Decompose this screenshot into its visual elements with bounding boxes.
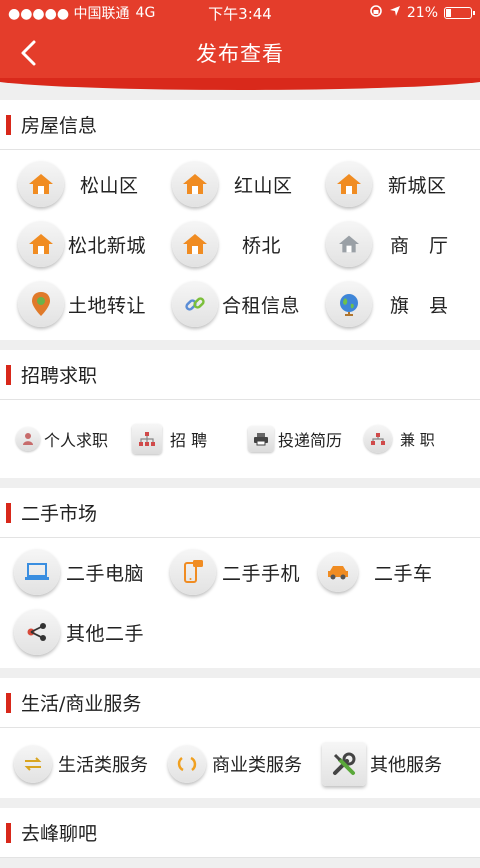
section-services: 生活/商业服务 生活类服务 商业类服务 其他服务 [0,678,480,798]
housing-item-songshan[interactable]: 松山区 [0,154,154,214]
item-label: 投递简历 [278,431,343,450]
navigation-bar: 发布查看 [0,26,480,80]
page-title: 发布查看 [196,42,284,66]
housing-item-songbei[interactable]: 松北新城 [0,214,154,274]
secondhand-item-car[interactable]: 二手车 [308,542,480,602]
battery-percent: 21% [406,5,439,21]
section-marker [6,502,11,523]
housing-item-shangting[interactable]: 商 厅 [308,214,480,274]
housing-item-hongshan[interactable]: 红山区 [154,154,308,214]
carrier-signal: ●●●●● 中国联通 [8,6,130,22]
item-label: 松山区 [80,174,139,197]
item-label: 红山区 [234,174,293,197]
org-chart-icon [364,425,392,453]
service-item-business[interactable]: 商业类服务 [154,734,310,794]
item-label: 招 聘 [170,431,208,450]
section-marker [6,692,11,713]
link-icon [172,281,218,327]
section-marker [6,114,11,135]
item-label: 松北新城 [68,234,147,257]
section-housing: 房屋信息 松山区 红山区 新城区 松北新城 桥北 商 厅 土地转让 合租信息 旗… [0,100,480,340]
item-label: 二手电脑 [66,562,145,585]
section-marker [6,364,11,385]
section-chat: 去峰聊吧 [0,808,480,858]
section-secondhand: 二手市场 二手电脑 二手手机 二手车 其他二手 [0,488,480,668]
header-curve [0,78,480,92]
item-label: 土地转让 [68,294,147,317]
network-type: 4G [135,5,156,21]
status-time: 下午3:44 [208,4,272,23]
secondhand-item-phone[interactable]: 二手手机 [154,542,308,602]
item-label: 合租信息 [222,294,301,317]
globe-icon [326,281,372,327]
house-icon [172,221,218,267]
housing-item-shared-rent[interactable]: 合租信息 [154,274,308,334]
item-label: 生活类服务 [58,755,148,776]
org-chart-icon [132,424,162,454]
housing-item-xincheng[interactable]: 新城区 [308,154,480,214]
job-item-part-time[interactable]: 兼 职 [364,425,480,453]
location-arrow-icon [389,5,401,21]
housing-item-counties[interactable]: 旗 县 [308,274,480,334]
phone-icon [170,549,216,595]
item-label: 桥北 [242,234,282,257]
house-icon [18,161,64,207]
item-label: 其他二手 [66,622,145,645]
house-icon [18,221,64,267]
swap-arrows-icon [14,745,52,783]
job-item-submit-resume[interactable]: 投递简历 [248,426,364,452]
refresh-icon [168,745,206,783]
item-label: 商 厅 [390,234,449,257]
share-icon [14,609,60,655]
tools-icon [322,742,366,786]
section-title: 房屋信息 [21,115,98,137]
secondhand-item-other[interactable]: 其他二手 [0,602,154,662]
secondhand-item-computer[interactable]: 二手电脑 [0,542,154,602]
housing-item-land-transfer[interactable]: 土地转让 [0,274,154,334]
house-icon [172,161,218,207]
house-gray-icon [326,221,372,267]
section-title: 生活/商业服务 [21,693,142,715]
section-title: 招聘求职 [21,365,98,387]
service-item-life[interactable]: 生活类服务 [0,734,154,794]
item-label: 商业类服务 [212,755,302,776]
housing-item-qiaobei[interactable]: 桥北 [154,214,308,274]
back-button[interactable] [14,36,44,70]
job-item-recruiting[interactable]: 招 聘 [132,424,248,454]
item-label: 二手手机 [222,562,301,585]
item-label: 二手车 [374,562,433,585]
item-label: 兼 职 [400,430,435,449]
status-bar: ●●●●● 中国联通 4G 下午3:44 21% [0,0,480,26]
section-jobs: 招聘求职 个人求职 招 聘 投递简历 兼 职 [0,350,480,478]
chevron-left-icon [21,40,36,66]
printer-icon [248,426,274,452]
item-label: 个人求职 [44,431,109,450]
job-item-personal-seeking[interactable]: 个人求职 [16,427,132,451]
section-title: 去峰聊吧 [21,823,98,845]
section-title: 二手市场 [21,503,98,525]
car-icon [318,552,358,592]
section-marker [6,822,11,843]
laptop-icon [14,549,60,595]
house-icon [326,161,372,207]
map-pin-icon [18,281,64,327]
item-label: 旗 县 [390,294,449,317]
battery-icon [444,7,476,19]
lock-rotation-icon [369,4,383,22]
item-label: 其他服务 [370,755,442,776]
person-icon [16,427,40,451]
service-item-other[interactable]: 其他服务 [310,734,480,794]
item-label: 新城区 [388,174,447,197]
